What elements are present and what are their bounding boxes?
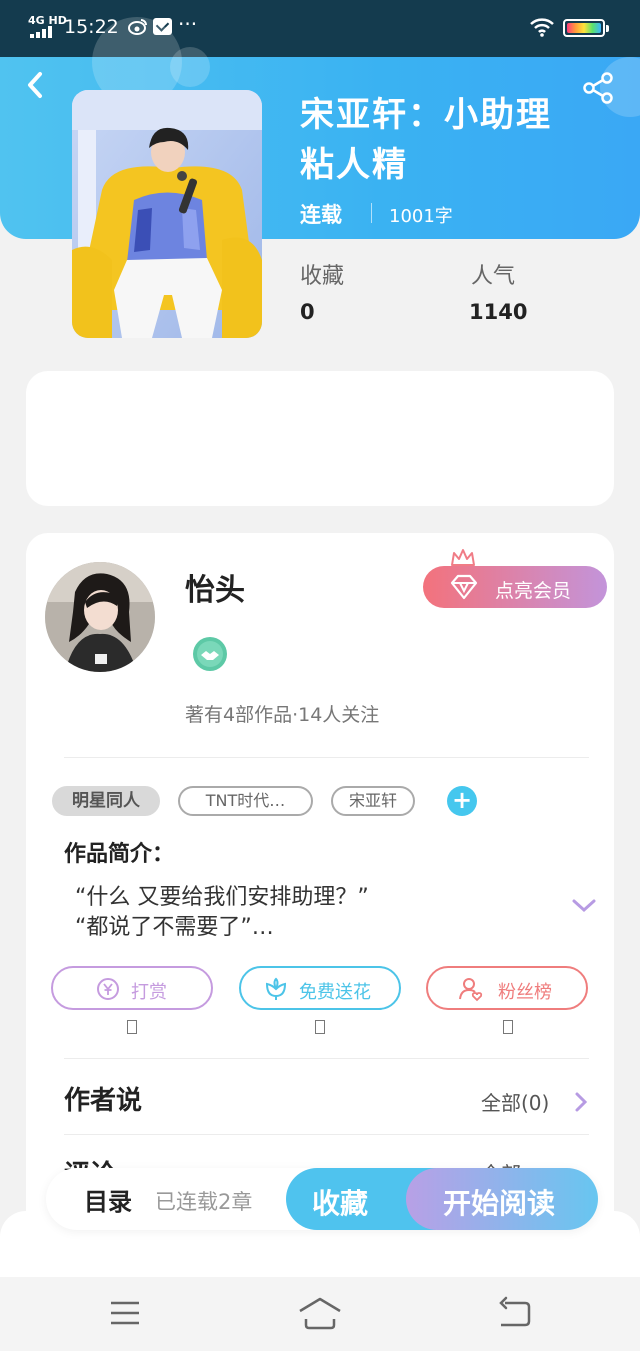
fan-ranking-button[interactable]: 粉丝榜 [426, 966, 588, 1010]
start-reading-button[interactable]: 开始阅读 [406, 1168, 598, 1230]
book-title-line1: 宋亚轩：小助理 [300, 95, 552, 135]
author-stats: 著有4部作品·14人关注 [185, 704, 380, 726]
tip-label: 打赏 [131, 982, 167, 1003]
favorites-value: 0 [300, 300, 315, 324]
divider [64, 1134, 589, 1135]
expand-intro-button[interactable] [570, 896, 598, 916]
vip-button-label: 点亮会员 [495, 580, 572, 602]
popularity-label: 人气 [471, 264, 516, 289]
system-nav-bar [0, 1277, 640, 1351]
fan-count [503, 1020, 513, 1034]
chapter-status: 已连载2章 [155, 1190, 253, 1214]
battery-icon [563, 19, 609, 37]
intro-text-line2: “都说了不需要了”… [75, 915, 274, 940]
intro-label: 作品简介： [64, 842, 175, 867]
word-count: 1001字 [389, 206, 453, 227]
home-icon[interactable] [298, 1295, 342, 1331]
author-avatar[interactable] [45, 562, 155, 672]
menu-icon[interactable] [103, 1295, 147, 1331]
back-nav-icon[interactable] [493, 1295, 537, 1331]
send-flower-button[interactable]: 免费送花 [239, 966, 401, 1010]
author-name[interactable]: 怡头 [185, 565, 245, 609]
more-notifications-icon: ··· [178, 12, 198, 36]
book-title-line2: 粘人精 [300, 145, 408, 185]
wifi-icon [529, 16, 555, 38]
tip-count [127, 1020, 137, 1034]
book-cover[interactable] [72, 90, 262, 338]
send-flower-label: 免费送花 [299, 982, 371, 1003]
author-says-all-link[interactable]: 全部(0) [481, 1087, 549, 1116]
chevron-left-icon [28, 72, 42, 98]
intro-text-line1: “什么 又要给我们安排助理？” [75, 885, 369, 910]
flower-count [315, 1020, 325, 1034]
signal-icon [30, 26, 56, 38]
book-title: 宋亚轩：小助理 粘人精 [300, 90, 600, 190]
divider [64, 757, 589, 758]
tag-chip[interactable]: 宋亚轩 [331, 786, 415, 816]
author-says-title: 作者说 [64, 1086, 143, 1116]
tag-chip[interactable]: TNT时代… [178, 786, 313, 816]
yen-icon [95, 976, 121, 1002]
favorites-label: 收藏 [300, 264, 345, 289]
table-of-contents-button[interactable]: 目录 [84, 1182, 132, 1217]
handshake-badge-icon [192, 636, 228, 672]
placeholder-card [26, 371, 614, 506]
serial-status: 连载 [300, 203, 342, 227]
favorite-label: 收藏 [312, 1187, 369, 1220]
status-separator [371, 203, 372, 223]
start-reading-label: 开始阅读 [443, 1187, 556, 1220]
user-heart-icon [458, 976, 484, 1002]
activate-vip-button[interactable]: 点亮会员 [423, 566, 607, 608]
divider [64, 1058, 589, 1059]
chevron-right-icon[interactable] [572, 1090, 590, 1114]
flower-icon [263, 976, 289, 1002]
diamond-icon [449, 574, 479, 600]
chevron-down-icon [572, 899, 596, 913]
fan-ranking-label: 粉丝榜 [498, 982, 552, 1003]
tip-button[interactable]: 打赏 [51, 966, 213, 1010]
tag-chip[interactable]: 明星同人 [52, 786, 160, 816]
popularity-value: 1140 [469, 300, 528, 324]
back-button[interactable] [22, 68, 52, 104]
add-tag-button[interactable]: + [447, 786, 477, 816]
